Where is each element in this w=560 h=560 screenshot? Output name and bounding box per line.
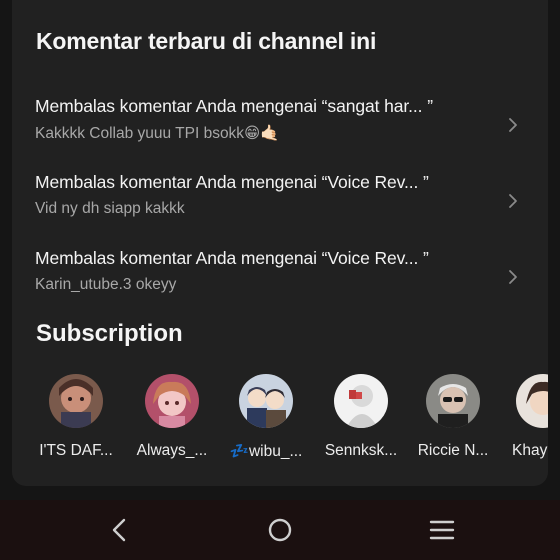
channel-name: I'TS DAF... — [39, 442, 113, 459]
channel-name: Sennksk... — [324, 442, 398, 459]
channel-avatar — [145, 374, 199, 428]
subscription-channel[interactable]: Always_... — [125, 372, 219, 472]
subscription-list: I'TS DAF... Always_... 💤wibu_... Sennksk… — [12, 372, 548, 472]
channel-name: 💤wibu_... — [229, 443, 303, 460]
system-navigation-bar — [0, 500, 560, 560]
back-icon[interactable] — [104, 514, 136, 546]
comment-reply: Vid ny dh siapp kakkk — [35, 200, 185, 217]
home-icon[interactable] — [264, 514, 296, 546]
chevron-right-icon — [509, 118, 517, 132]
subscription-channel[interactable]: Khay — [498, 372, 548, 472]
chevron-right-icon — [509, 270, 517, 284]
channel-avatar — [516, 374, 548, 428]
channel-name: Khay — [512, 442, 548, 459]
channel-name: Riccie N... — [417, 442, 489, 459]
channel-avatar — [334, 374, 388, 428]
subscription-channel[interactable]: I'TS DAF... — [29, 372, 123, 472]
recents-icon[interactable] — [426, 514, 458, 546]
comment-item[interactable]: Membalas komentar Anda mengenai “sangat … — [12, 96, 548, 160]
subscription-channel[interactable]: 💤wibu_... — [219, 372, 313, 472]
comment-title: Membalas komentar Anda mengenai “Voice R… — [35, 172, 429, 192]
channel-avatar — [426, 374, 480, 428]
comment-item[interactable]: Membalas komentar Anda mengenai “Voice R… — [12, 248, 548, 312]
comment-item[interactable]: Membalas komentar Anda mengenai “Voice R… — [12, 172, 548, 236]
channel-name: Always_... — [136, 442, 208, 459]
chevron-right-icon — [509, 194, 517, 208]
channel-info-sheet: Komentar terbaru di channel ini Membalas… — [12, 0, 548, 486]
comment-title: Membalas komentar Anda mengenai “sangat … — [35, 96, 433, 116]
comment-reply: Karin_utube.3 okeyy — [35, 276, 177, 293]
channel-avatar — [239, 374, 293, 428]
subscription-channel[interactable]: Sennksk... — [314, 372, 408, 472]
comment-title: Membalas komentar Anda mengenai “Voice R… — [35, 248, 429, 268]
recent-comments-title: Komentar terbaru di channel ini — [36, 28, 377, 54]
subscription-channel[interactable]: Riccie N... — [406, 372, 500, 472]
comment-reply: Kakkkk Collab yuuu TPI bsokk😁🤙🏻 — [35, 125, 280, 142]
channel-avatar — [49, 374, 103, 428]
subscription-title: Subscription — [36, 320, 183, 347]
